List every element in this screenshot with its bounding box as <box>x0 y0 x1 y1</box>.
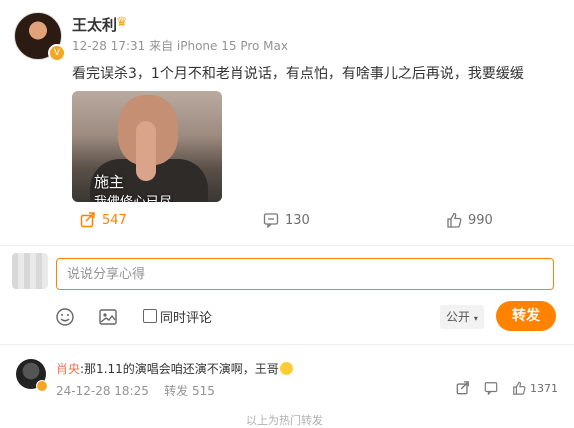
comment-count: 130 <box>285 212 310 228</box>
like-button[interactable]: 990 <box>446 212 493 228</box>
share-icon <box>456 381 469 395</box>
comment-button[interactable]: 130 <box>263 212 310 228</box>
comment-text: :那1.11的演唱会咱还演不演啊，王哥 <box>80 362 279 376</box>
repost-button[interactable]: 547 <box>80 212 127 228</box>
send-button[interactable]: 转发 <box>496 301 556 331</box>
like-count: 990 <box>468 212 493 228</box>
divider <box>0 245 574 246</box>
comment-icon <box>263 213 279 228</box>
image-caption-2: 我佛修心已尽 <box>94 191 172 202</box>
post-image[interactable]: 施主 我佛修心已尽 <box>72 91 222 202</box>
comment-like-count: 1371 <box>530 381 558 395</box>
comment-like-button[interactable]: 1371 <box>512 381 558 395</box>
surprised-emoji-icon <box>279 362 293 375</box>
emoji-icon[interactable] <box>55 307 75 327</box>
hot-reposts-footer: 以上为热门转发 <box>246 414 323 427</box>
image-figure-hands <box>136 121 156 181</box>
also-comment-checkbox[interactable] <box>143 309 157 323</box>
post-meta: 12-28 17:31 来自 iPhone 15 Pro Max <box>72 37 288 54</box>
repost-count: 547 <box>102 212 127 228</box>
comment-timestamp: 24-12-28 18:25 <box>56 384 149 398</box>
author-name[interactable]: 王太利 <box>72 14 117 35</box>
share-button[interactable] <box>456 381 470 398</box>
post-text: 看完误杀3，1个月不和老肖说话，有点怕，有啥事儿之后再说，我要缓缓 <box>72 66 524 82</box>
post-source: 来自 iPhone 15 Pro Max <box>149 39 288 53</box>
crown-icon: ♛ <box>116 15 128 30</box>
repost-icon <box>80 212 95 228</box>
image-caption-1: 施主 <box>94 173 125 191</box>
comment-icon <box>484 382 498 396</box>
like-icon <box>513 381 526 395</box>
comment-body: 肖央:那1.11的演唱会咱还演不演啊，王哥 <box>56 360 293 377</box>
visibility-dropdown[interactable]: 公开 ▾ <box>440 305 484 329</box>
chevron-down-icon: ▾ <box>473 314 478 323</box>
verify-badge-icon <box>36 380 48 392</box>
also-comment-label[interactable]: 同时评论 <box>160 307 212 326</box>
like-icon <box>447 212 462 228</box>
visibility-label: 公开 <box>446 310 471 324</box>
current-user-avatar <box>12 253 48 289</box>
image-icon[interactable] <box>98 307 118 327</box>
comment-meta: 24-12-28 18:25 转发 515 <box>56 382 215 399</box>
comment-author[interactable]: 肖央 <box>56 362 80 376</box>
reply-button[interactable] <box>484 381 498 398</box>
divider <box>0 344 574 345</box>
verify-badge-icon: V <box>48 44 66 62</box>
repost-input[interactable] <box>56 258 554 290</box>
comment-repost-count[interactable]: 转发 515 <box>164 384 215 398</box>
post-timestamp[interactable]: 12-28 17:31 <box>72 39 145 53</box>
